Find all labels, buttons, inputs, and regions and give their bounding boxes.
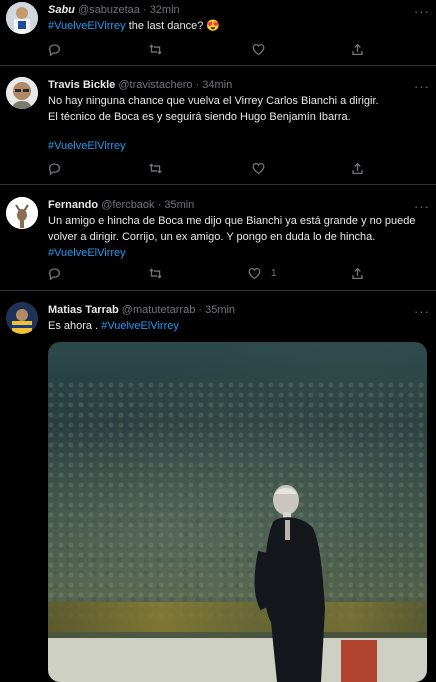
like-button[interactable] — [252, 160, 275, 176]
hashtag-link[interactable]: #VuelveElVirrey — [101, 320, 179, 332]
reply-icon — [48, 162, 61, 175]
avatar[interactable] — [6, 2, 38, 34]
separator: · — [192, 79, 203, 91]
tweet-text-line: volver a dirigir. Corrijo, un ex amigo. … — [48, 231, 376, 243]
timestamp[interactable]: 35min — [164, 199, 194, 211]
avatar[interactable] — [6, 197, 38, 229]
display-name[interactable]: Travis Bickle — [48, 79, 115, 91]
avatar-image — [6, 2, 38, 34]
tweet-travis-bickle[interactable]: Travis Bickle @travistachero · 34min No … — [0, 66, 436, 185]
like-button[interactable]: 1 — [248, 265, 277, 281]
tweet-text-body: the last dance? 😍 — [125, 20, 221, 32]
heart-icon — [252, 162, 265, 174]
timestamp[interactable]: 35min — [205, 304, 235, 316]
share-icon — [352, 162, 363, 174]
like-count: 1 — [271, 267, 277, 279]
retweet-icon — [149, 44, 162, 54]
reply-button[interactable] — [48, 265, 71, 281]
tweet-actions: 1 — [48, 265, 363, 281]
man-in-suit-figure — [254, 485, 325, 682]
timestamp[interactable]: 32min — [150, 4, 180, 16]
share-button[interactable] — [351, 41, 364, 57]
tweet-photo[interactable] — [48, 342, 427, 682]
handle[interactable]: @fercbaok — [101, 199, 154, 211]
retweet-button[interactable] — [149, 265, 172, 281]
avatar[interactable] — [6, 77, 38, 109]
reply-icon — [48, 267, 61, 280]
tweet-text-line: Un amigo e hincha de Boca me dijo que Bi… — [48, 215, 416, 227]
tweet-text-line: No hay ninguna chance que vuelva el Virr… — [48, 95, 379, 107]
share-icon — [352, 43, 363, 55]
stadium-banner — [48, 602, 427, 632]
retweet-button[interactable] — [149, 41, 172, 57]
tweet-text: Es ahora . #VuelveElVirrey — [48, 318, 428, 334]
tweet-fernando[interactable]: Fernando @fercbaok · 35min Un amigo e hi… — [0, 185, 436, 291]
separator: · — [154, 199, 165, 211]
display-name[interactable]: Fernando — [48, 199, 98, 211]
retweet-icon — [149, 163, 162, 173]
share-button[interactable] — [351, 265, 364, 281]
tweet-text: #VuelveElVirrey the last dance? 😍 — [48, 18, 428, 34]
reply-icon — [48, 43, 61, 56]
tweet-actions — [48, 160, 363, 176]
reply-button[interactable] — [48, 41, 71, 57]
tweet-text-body: Es ahora . — [48, 320, 102, 332]
handle[interactable]: @travistachero — [118, 79, 192, 91]
more-options-icon[interactable]: ··· — [414, 304, 430, 319]
tweet-text-line: El técnico de Boca es y seguirá siendo H… — [48, 111, 351, 123]
hashtag-link[interactable]: #VuelveElVirrey — [48, 247, 126, 259]
red-board — [341, 640, 377, 682]
share-icon — [352, 267, 363, 279]
share-button[interactable] — [351, 160, 364, 176]
tweet-actions — [48, 41, 363, 57]
separator: · — [139, 4, 150, 16]
like-button[interactable] — [252, 41, 275, 57]
retweet-button[interactable] — [149, 160, 172, 176]
heart-icon — [248, 267, 261, 279]
retweet-icon — [149, 268, 162, 278]
reply-button[interactable] — [48, 160, 71, 176]
avatar[interactable] — [6, 302, 38, 334]
tweet-sabu[interactable]: Sabu @sabuzetaa · 32min #VuelveElVirrey … — [0, 0, 436, 66]
handle[interactable]: @sabuzetaa — [78, 4, 140, 16]
avatar-image — [6, 77, 38, 109]
heart-icon — [252, 43, 265, 55]
separator: · — [195, 304, 206, 316]
hashtag-link[interactable]: #VuelveElVirrey — [48, 20, 126, 32]
pitch-boards — [48, 638, 427, 682]
avatar-image — [6, 197, 38, 229]
tweet-matias-tarrab[interactable]: Matias Tarrab @matutetarrab · 35min Es a… — [0, 291, 436, 682]
handle[interactable]: @matutetarrab — [122, 304, 196, 316]
avatar-image — [6, 302, 38, 334]
display-name[interactable]: Sabu — [48, 4, 75, 16]
more-options-icon[interactable]: ··· — [414, 4, 430, 19]
display-name[interactable]: Matias Tarrab — [48, 304, 119, 316]
stadium-crowd — [48, 382, 427, 622]
more-options-icon[interactable]: ··· — [414, 199, 430, 214]
more-options-icon[interactable]: ··· — [414, 79, 430, 94]
timestamp[interactable]: 34min — [202, 79, 232, 91]
hashtag-link[interactable]: #VuelveElVirrey — [48, 140, 126, 152]
